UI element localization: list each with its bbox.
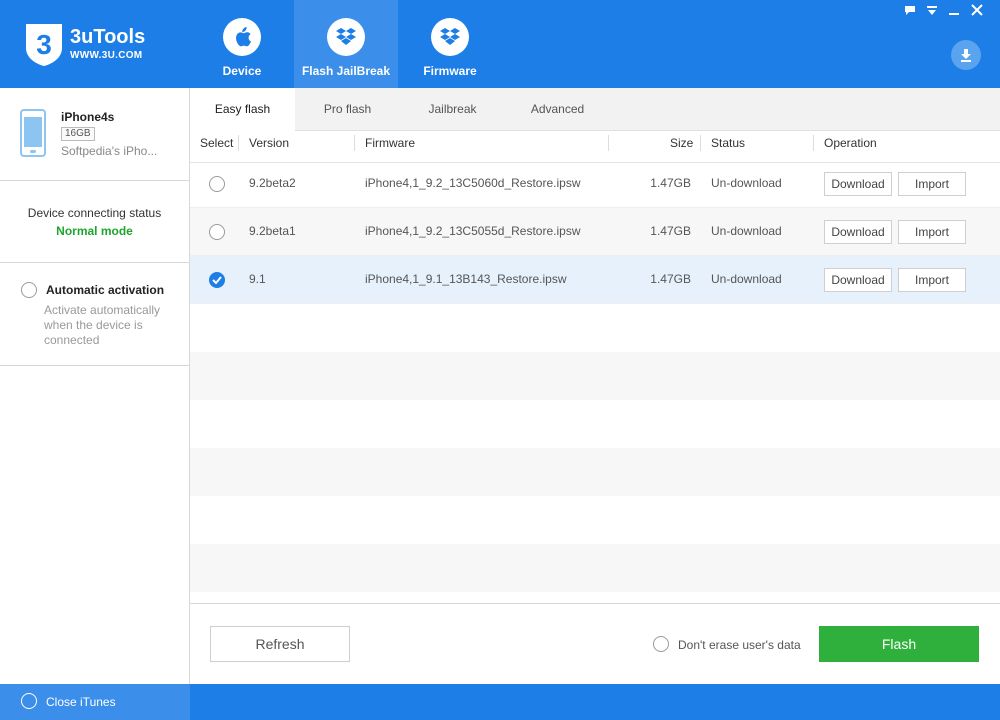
device-capacity-badge: 16GB xyxy=(61,127,95,141)
row-size: 1.47GB xyxy=(650,272,691,286)
app-url: WWW.3U.COM xyxy=(70,50,143,61)
device-info: iPhone4s 16GB Softpedia's iPho... xyxy=(0,88,189,181)
connection-status: Device connecting status Normal mode xyxy=(0,181,189,263)
close-itunes-label: Close iTunes xyxy=(46,695,116,709)
sidebar: iPhone4s 16GB Softpedia's iPho... Device… xyxy=(0,88,190,684)
tab-easy-flash[interactable]: Easy flash xyxy=(190,88,295,132)
header-version: Version xyxy=(249,136,290,150)
empty-row xyxy=(190,400,1000,448)
table-row[interactable]: 9.1 iPhone4,1_9.1_13B143_Restore.ipsw 1.… xyxy=(190,256,1000,304)
tab-pro-flash[interactable]: Pro flash xyxy=(295,88,400,131)
empty-row xyxy=(190,592,1000,603)
minimize-icon[interactable] xyxy=(944,4,964,20)
row-size: 1.47GB xyxy=(650,176,691,190)
header-select: Select xyxy=(200,136,234,150)
empty-row xyxy=(190,544,1000,592)
row-version: 9.2beta2 xyxy=(249,176,296,190)
download-manager-button[interactable] xyxy=(951,40,981,70)
row-firmware: iPhone4,1_9.2_13C5055d_Restore.ipsw xyxy=(365,224,581,238)
nav-label: Device xyxy=(222,64,262,78)
empty-row xyxy=(190,448,1000,496)
empty-row xyxy=(190,496,1000,544)
row-select-radio-checked[interactable] xyxy=(209,272,225,288)
status-label: Device connecting status xyxy=(27,206,162,220)
download-icon xyxy=(961,49,971,62)
title-bar: 3 3uTools WWW.3U.COM Device Flash JailBr… xyxy=(0,0,1000,88)
nav-flash-jailbreak[interactable]: Flash JailBreak xyxy=(294,0,398,88)
row-select-radio[interactable] xyxy=(209,224,225,240)
row-size: 1.47GB xyxy=(650,224,691,238)
footer-actions: Refresh Don't erase user's data Flash xyxy=(190,603,1000,684)
dont-erase-data-label[interactable]: Don't erase user's data xyxy=(678,638,801,652)
svg-text:3: 3 xyxy=(36,29,52,60)
main-panel: Easy flash Pro flash Jailbreak Advanced … xyxy=(190,88,1000,684)
automatic-activation-title: Automatic activation xyxy=(46,283,165,297)
download-button[interactable]: Download xyxy=(824,268,892,292)
import-button[interactable]: Import xyxy=(898,172,966,196)
box-icon xyxy=(327,18,365,56)
refresh-button[interactable]: Refresh xyxy=(210,626,350,662)
nav-firmware[interactable]: Firmware xyxy=(398,0,502,88)
row-status: Un-download xyxy=(711,176,782,190)
row-firmware: iPhone4,1_9.2_13C5060d_Restore.ipsw xyxy=(365,176,581,190)
brand: 3uTools WWW.3U.COM xyxy=(70,26,145,61)
header-size: Size xyxy=(670,136,694,150)
download-button[interactable]: Download xyxy=(824,172,892,196)
row-firmware: iPhone4,1_9.1_13B143_Restore.ipsw xyxy=(365,272,567,286)
header-operation: Operation xyxy=(824,136,877,150)
row-status: Un-download xyxy=(711,272,782,286)
table-row[interactable]: 9.2beta2 iPhone4,1_9.2_13C5060d_Restore.… xyxy=(190,160,1000,208)
automatic-activation-description: Activate automatically when the device i… xyxy=(44,303,161,347)
nav-device[interactable]: Device xyxy=(190,0,294,88)
dont-erase-data-radio[interactable] xyxy=(653,636,669,652)
header-firmware: Firmware xyxy=(365,136,415,150)
box-icon xyxy=(431,18,469,56)
row-status: Un-download xyxy=(711,224,782,238)
automatic-activation-radio[interactable] xyxy=(21,282,37,298)
3utools-logo: 3 xyxy=(26,24,62,66)
app-name: 3uTools xyxy=(70,26,146,48)
tab-bar: Easy flash Pro flash Jailbreak Advanced xyxy=(190,88,1000,132)
row-version: 9.2beta1 xyxy=(249,224,296,238)
feedback-icon[interactable] xyxy=(900,4,920,20)
menu-icon[interactable] xyxy=(922,4,942,20)
import-button[interactable]: Import xyxy=(898,268,966,292)
close-itunes-button[interactable]: Close iTunes xyxy=(0,684,190,720)
table-header: Select Version Firmware Size Status Oper… xyxy=(190,131,1000,163)
nav-label: Firmware xyxy=(423,64,477,78)
firmware-table: 9.2beta2 iPhone4,1_9.2_13C5060d_Restore.… xyxy=(190,160,1000,603)
tab-advanced[interactable]: Advanced xyxy=(505,88,610,131)
import-button[interactable]: Import xyxy=(898,220,966,244)
row-version: 9.1 xyxy=(249,272,266,286)
apple-icon xyxy=(223,18,261,56)
table-row[interactable]: 9.2beta1 iPhone4,1_9.2_13C5055d_Restore.… xyxy=(190,208,1000,256)
close-icon[interactable] xyxy=(967,4,987,20)
empty-row xyxy=(190,352,1000,400)
device-name: iPhone4s xyxy=(61,110,115,124)
flash-button[interactable]: Flash xyxy=(819,626,979,662)
status-bar: Close iTunes xyxy=(0,684,1000,720)
status-value: Normal mode xyxy=(56,224,133,238)
checkmark-icon xyxy=(212,276,222,284)
download-button[interactable]: Download xyxy=(824,220,892,244)
empty-row xyxy=(190,304,1000,352)
header-status: Status xyxy=(711,136,746,150)
iphone-icon xyxy=(20,109,46,157)
tab-jailbreak[interactable]: Jailbreak xyxy=(400,88,505,131)
row-select-radio[interactable] xyxy=(209,176,225,192)
device-description: Softpedia's iPho... xyxy=(61,144,158,158)
nav-label: Flash JailBreak xyxy=(301,64,391,78)
automatic-activation: Automatic activation Activate automatica… xyxy=(0,263,189,366)
close-itunes-radio xyxy=(21,693,37,709)
